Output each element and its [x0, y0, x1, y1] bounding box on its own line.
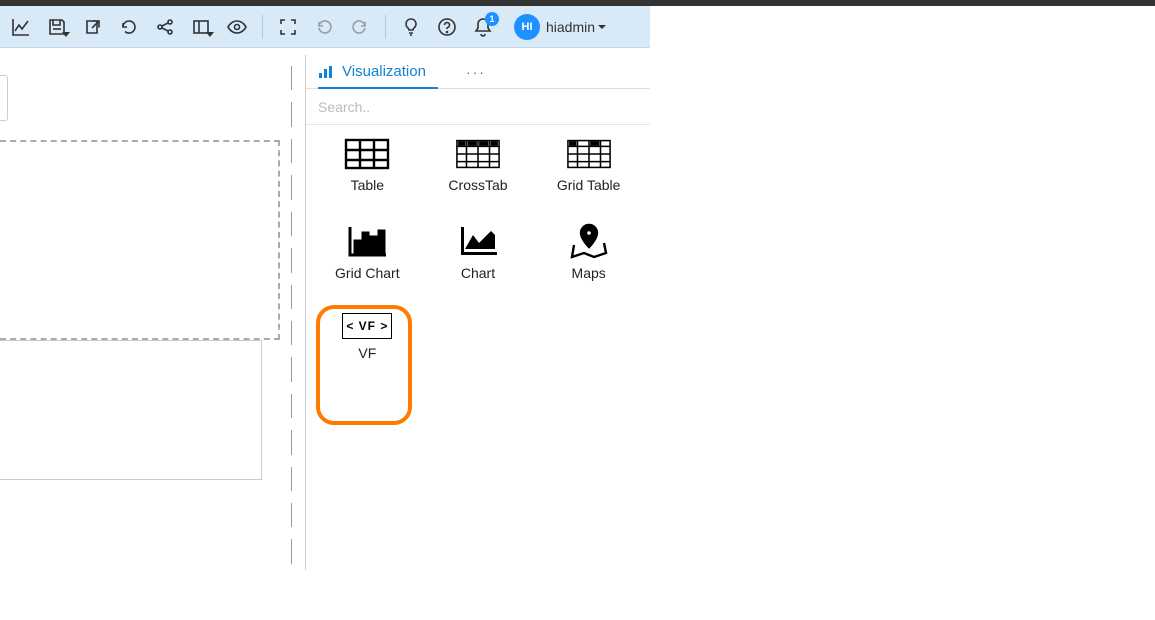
lightbulb-icon[interactable] [400, 16, 422, 38]
viz-label: VF [358, 345, 376, 361]
vf-icon: < VF > [342, 313, 392, 339]
viz-item-chart[interactable]: Chart [423, 225, 534, 309]
canvas-element-box[interactable] [0, 340, 262, 480]
canvas-drop-zone[interactable] [0, 140, 280, 340]
canvas-area [0, 55, 300, 575]
viz-item-table[interactable]: Table [312, 137, 423, 221]
search-row [306, 89, 650, 125]
viz-item-gridchart[interactable]: Grid Chart [312, 225, 423, 309]
bar-chart-icon [318, 65, 334, 79]
panel-resize-divider[interactable] [290, 60, 296, 570]
line-chart-icon[interactable] [10, 16, 32, 38]
visualization-grid: Table CrossTab Grid Table Grid Chart Cha [306, 125, 650, 570]
main-toolbar: 1 HI hiadmin [0, 6, 650, 48]
grid-chart-icon [344, 225, 390, 259]
viz-label: Chart [461, 265, 495, 281]
viz-label: Maps [572, 265, 606, 281]
crosstab-icon [455, 137, 501, 171]
panel-tabs: Visualization ··· [306, 55, 650, 89]
maps-icon [566, 225, 612, 259]
viz-item-maps[interactable]: Maps [533, 225, 644, 309]
viz-label: Grid Chart [335, 265, 400, 281]
undo-icon[interactable] [313, 16, 335, 38]
chart-icon [455, 225, 501, 259]
search-input[interactable] [318, 99, 638, 115]
viz-label: CrossTab [448, 177, 507, 193]
tab-visualization[interactable]: Visualization [318, 55, 426, 88]
layout-icon[interactable] [190, 16, 212, 38]
viz-item-crosstab[interactable]: CrossTab [423, 137, 534, 221]
fullscreen-icon[interactable] [277, 16, 299, 38]
redo-icon[interactable] [349, 16, 371, 38]
canvas-element-stub [0, 75, 8, 121]
tab-more[interactable]: ··· [466, 64, 486, 80]
vf-icon-text: < VF > [346, 319, 388, 333]
grid-table-icon [566, 137, 612, 171]
tab-label: Visualization [342, 63, 426, 80]
viz-item-gridtable[interactable]: Grid Table [533, 137, 644, 221]
visibility-icon[interactable] [226, 16, 248, 38]
viz-label: Grid Table [557, 177, 621, 193]
username-label: hiadmin [546, 19, 607, 35]
toolbar-separator [385, 15, 386, 39]
notification-badge: 1 [485, 12, 499, 26]
viz-label: Table [351, 177, 384, 193]
share-icon[interactable] [154, 16, 176, 38]
viz-item-vf[interactable]: < VF > VF [312, 313, 423, 397]
export-icon[interactable] [82, 16, 104, 38]
toolbar-separator [262, 15, 263, 39]
table-icon [344, 137, 390, 171]
save-icon[interactable] [46, 16, 68, 38]
user-menu[interactable]: HI hiadmin [514, 14, 607, 40]
refresh-icon[interactable] [118, 16, 140, 38]
visualization-panel: Visualization ··· Table CrossTab Grid Ta… [305, 55, 650, 570]
avatar: HI [514, 14, 540, 40]
notification-icon[interactable]: 1 [472, 16, 494, 38]
help-icon[interactable] [436, 16, 458, 38]
